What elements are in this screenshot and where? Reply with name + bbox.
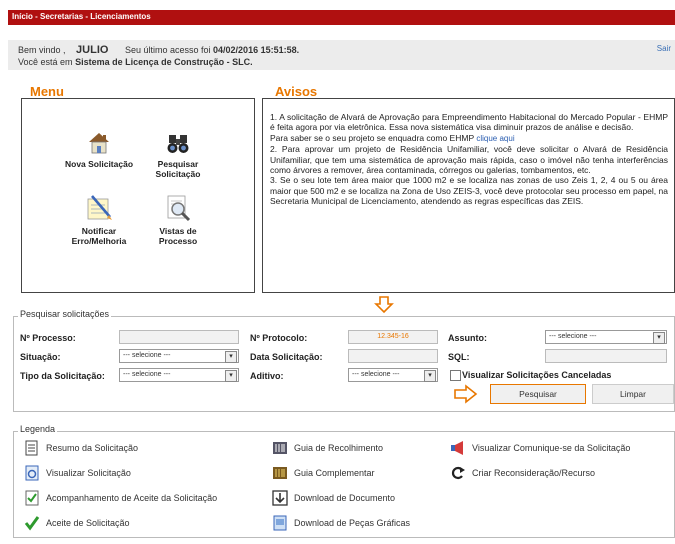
menu-title: Menu	[30, 84, 64, 99]
download-document-icon	[272, 490, 288, 506]
user-name: JULIO	[76, 44, 109, 56]
down-arrow-icon	[374, 296, 394, 314]
menu-item-pesquisar-solicitacao[interactable]: Pesquisar Solicitação	[143, 130, 213, 179]
legend-label: Visualizar Solicitação	[46, 468, 131, 478]
legend-label: Visualizar Comunique-se da Solicitação	[472, 443, 631, 453]
legend-label: Aceite de Solicitação	[46, 518, 130, 528]
legend-label: Acompanhamento de Aceite da Solicitação	[46, 493, 218, 503]
processo-label: Nº Processo:	[20, 333, 76, 343]
aditivo-select[interactable]: --- selecione --- ▾	[348, 368, 438, 382]
menu-item-label: Pesquisar Solicitação	[155, 159, 201, 179]
menu-item-label: Notificar Erro/Melhoria	[71, 226, 127, 246]
welcome-text: Bem vindo ,	[18, 45, 66, 55]
top-header-bar: Início - Secretarias - Licenciamentos	[8, 10, 675, 25]
last-access-label: Seu último acesso foi	[124, 45, 211, 55]
protocolo-label: Nº Protocolo:	[250, 333, 308, 343]
aviso-paragraph-1: 1. A solicitação de Alvará de Aprovação …	[270, 112, 668, 133]
legend-label: Download de Documento	[294, 493, 396, 503]
sql-label: SQL:	[448, 352, 470, 362]
legend-label: Download de Peças Gráficas	[294, 518, 411, 528]
avisos-title: Avisos	[275, 84, 318, 99]
chevron-down-icon: ▾	[424, 370, 436, 382]
data-solicitacao-label: Data Solicitação:	[250, 352, 323, 362]
last-access-value: 04/02/2016 15:51:58	[213, 45, 297, 55]
clique-aqui-link[interactable]: clique aqui	[476, 134, 514, 143]
menu-item-label: Nova Solicitação	[64, 159, 134, 169]
megaphone-icon	[451, 441, 463, 455]
sql-input[interactable]	[545, 349, 667, 363]
assunto-select[interactable]: --- selecione --- ▾	[545, 330, 667, 344]
refresh-arrow-icon	[451, 466, 465, 480]
notepad-pencil-icon	[87, 195, 112, 220]
chevron-down-icon: ▾	[225, 351, 237, 363]
legenda-title: Legenda	[18, 424, 58, 434]
menu-item-nova-solicitacao[interactable]: Nova Solicitação	[64, 130, 134, 169]
menu-item-label: Vistas de Processo	[158, 226, 198, 246]
aviso-paragraph-3: 2. Para aprovar um projeto de Residência…	[270, 144, 668, 176]
tipo-selected: --- selecione ---	[123, 371, 171, 378]
barcode-guide-icon	[273, 442, 287, 454]
graphic-parts-icon	[273, 515, 287, 531]
legend-label: Resumo da Solicitação	[46, 443, 139, 453]
chevron-down-icon: ▾	[653, 332, 665, 344]
menu-item-notificar-erro[interactable]: Notificar Erro/Melhoria	[64, 193, 134, 246]
tipo-solicitacao-select[interactable]: --- selecione --- ▾	[119, 368, 239, 382]
aviso-ehmp-text: Para saber se o seu projeto se enquadra …	[270, 132, 474, 143]
limpar-button[interactable]: Limpar	[592, 384, 674, 404]
aviso-paragraph-4: 3. Se o seu lote tem área maior que 1000…	[270, 175, 668, 207]
aditivo-label: Aditivo:	[250, 371, 284, 381]
assunto-selected: --- selecione ---	[549, 333, 597, 340]
canceladas-label[interactable]: Visualizar Solicitações Canceladas	[462, 370, 611, 380]
situacao-label: Situação:	[20, 352, 61, 362]
data-solicitacao-input[interactable]	[348, 349, 438, 363]
legend-label: Criar Reconsideração/Recurso	[472, 468, 596, 478]
breadcrumb[interactable]: Início - Secretarias - Licenciamentos	[12, 12, 151, 21]
menu-item-vistas-processo[interactable]: Vistas de Processo	[143, 193, 213, 246]
protocolo-input[interactable]: 12.345-16	[348, 330, 438, 344]
house-icon	[89, 133, 109, 154]
location-line: Você está em Sistema de Licença de Const…	[18, 57, 253, 67]
right-arrow-icon	[454, 384, 478, 404]
welcome-line: Bem vindo , JULIO Seu último acesso foi …	[18, 44, 300, 56]
processo-input[interactable]	[119, 330, 239, 344]
user-info-bar: Bem vindo , JULIO Seu último acesso foi …	[8, 40, 675, 70]
aviso-paragraph-2: Para saber se o seu projeto se enquadra …	[270, 133, 668, 144]
aditivo-selected: --- selecione ---	[352, 371, 400, 378]
chevron-down-icon: ▾	[225, 370, 237, 382]
complementary-guide-icon	[273, 467, 287, 479]
canceladas-checkbox[interactable]	[450, 370, 461, 381]
menu-panel	[21, 98, 255, 293]
location-label: Você está em	[18, 57, 73, 67]
legend-label: Guia Complementar	[294, 468, 375, 478]
situacao-select[interactable]: --- selecione --- ▾	[119, 349, 239, 363]
checkmark-icon	[24, 516, 40, 531]
checklist-icon	[25, 490, 39, 506]
tipo-solicitacao-label: Tipo da Solicitação:	[20, 371, 105, 381]
summary-document-icon	[25, 440, 38, 456]
pesquisar-button[interactable]: Pesquisar	[490, 384, 586, 404]
logout-link[interactable]: Sair	[657, 44, 671, 53]
search-legend: Pesquisar solicitações	[18, 309, 112, 319]
avisos-text: 1. A solicitação de Alvará de Aprovação …	[270, 112, 668, 207]
magnifier-document-icon	[167, 195, 191, 222]
view-document-icon	[25, 465, 39, 481]
situacao-selected: --- selecione ---	[123, 352, 171, 359]
assunto-label: Assunto:	[448, 333, 487, 343]
system-name: Sistema de Licença de Construção - SLC	[75, 57, 251, 67]
binoculars-icon	[167, 135, 189, 153]
legend-label: Guia de Recolhimento	[294, 443, 384, 453]
